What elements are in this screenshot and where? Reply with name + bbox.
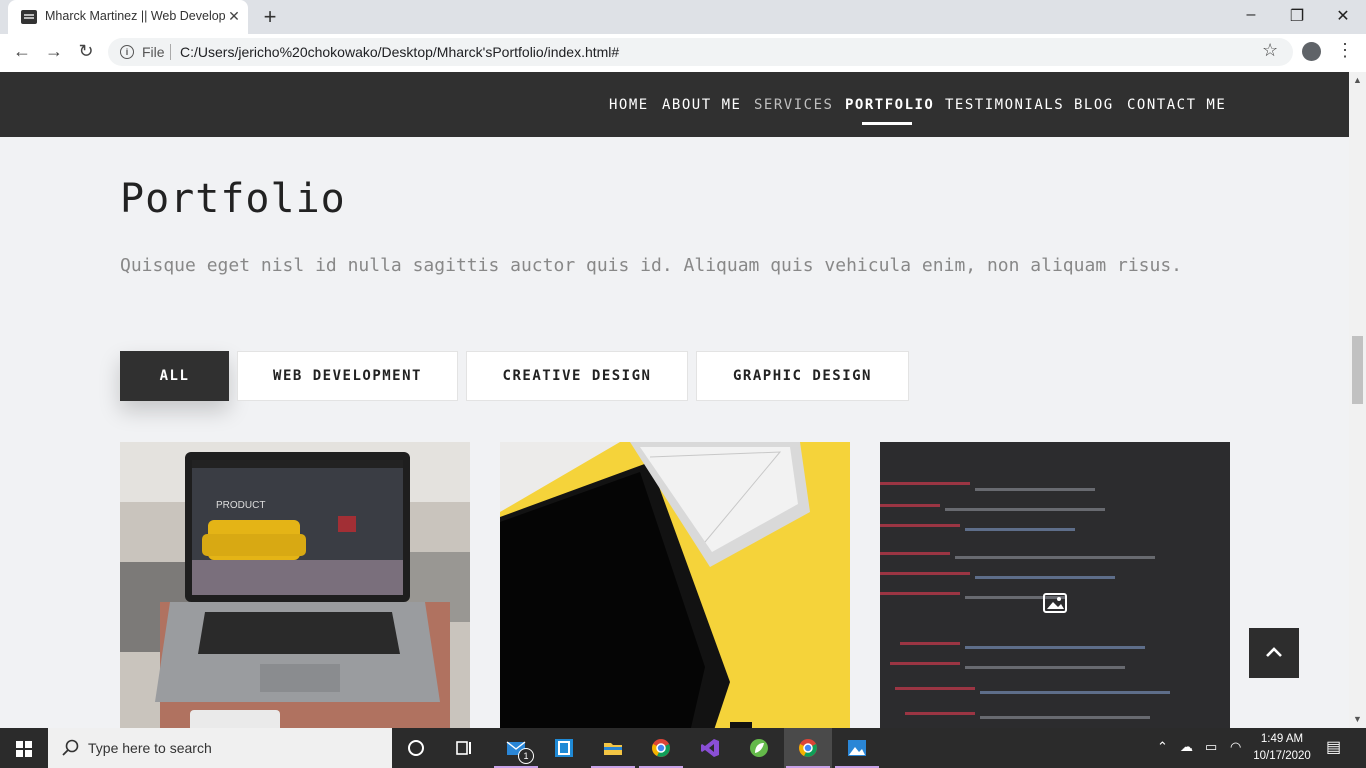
tab-title: Mharck Martinez || Web Developer bbox=[45, 9, 225, 23]
search-icon bbox=[62, 739, 79, 756]
site-navbar: HOME ABOUT ME SERVICES PORTFOLIO TESTIMO… bbox=[0, 72, 1349, 137]
mail-badge: 1 bbox=[518, 748, 534, 764]
nav-testimonials[interactable]: TESTIMONIALS bbox=[945, 97, 1064, 113]
taskbar-chrome-1[interactable] bbox=[637, 728, 685, 768]
windows-start-icon[interactable] bbox=[16, 741, 32, 757]
notifications-icon[interactable]: ▤ bbox=[1326, 737, 1341, 757]
taskbar-file-explorer[interactable] bbox=[589, 728, 637, 768]
visual-studio-icon bbox=[701, 739, 719, 757]
section-subtitle: Quisque eget nisl id nulla sagittis auct… bbox=[120, 255, 1183, 276]
nav-blog[interactable]: BLOG bbox=[1074, 97, 1114, 113]
file-label: File bbox=[142, 44, 165, 60]
page-scrollbar[interactable]: ▲ ▼ bbox=[1349, 72, 1366, 728]
portfolio-card-code[interactable] bbox=[880, 442, 1230, 728]
taskbar-app-2[interactable] bbox=[540, 728, 588, 768]
profile-avatar-icon[interactable] bbox=[1302, 42, 1321, 61]
code-photo-icon bbox=[880, 442, 1230, 728]
cortana-button[interactable] bbox=[392, 728, 440, 768]
restore-button[interactable]: ❐ bbox=[1282, 6, 1312, 26]
bookmark-star-icon[interactable]: ☆ bbox=[1262, 40, 1278, 61]
browser-toolbar: ← → ↻ i File C:/Users/jericho%20chokowak… bbox=[0, 34, 1366, 73]
scroll-down-icon[interactable]: ▼ bbox=[1353, 714, 1362, 724]
reload-button[interactable]: ↻ bbox=[74, 41, 98, 62]
back-button[interactable]: ← bbox=[10, 41, 34, 62]
chevron-up-icon bbox=[1266, 647, 1282, 657]
app-box-icon bbox=[555, 739, 573, 757]
section-title: Portfolio bbox=[120, 176, 346, 222]
new-tab-button[interactable]: + bbox=[258, 4, 282, 30]
url-text[interactable]: C:/Users/jericho%20chokowako/Desktop/Mha… bbox=[180, 44, 619, 60]
laptop-screen-caption: PRODUCT bbox=[216, 500, 265, 511]
nav-contact[interactable]: CONTACT ME bbox=[1127, 97, 1226, 113]
divider bbox=[170, 44, 171, 60]
filter-creative-design-button[interactable]: CREATIVE DESIGN bbox=[466, 351, 688, 401]
nav-portfolio[interactable]: PORTFOLIO bbox=[845, 97, 934, 113]
minimize-button[interactable]: – bbox=[1236, 6, 1266, 24]
nav-services[interactable]: SERVICES bbox=[754, 97, 833, 113]
laptop-photo-icon: PRODUCT bbox=[120, 442, 470, 728]
forward-button[interactable]: → bbox=[42, 41, 66, 62]
tray-chevron-icon[interactable]: ⌃ bbox=[1157, 739, 1168, 755]
chrome-icon bbox=[799, 739, 817, 757]
photos-icon bbox=[848, 740, 866, 756]
nav-home[interactable]: HOME bbox=[609, 97, 649, 113]
folder-icon bbox=[604, 743, 622, 755]
portfolio-card-laptop[interactable]: PRODUCT bbox=[120, 442, 470, 728]
nav-about[interactable]: ABOUT ME bbox=[662, 97, 741, 113]
taskbar-clock[interactable]: 1:49 AM 10/17/2020 bbox=[1252, 731, 1312, 765]
clock-time: 1:49 AM bbox=[1260, 733, 1304, 745]
address-bar[interactable]: i File C:/Users/jericho%20chokowako/Desk… bbox=[108, 38, 1293, 66]
filter-all-button[interactable]: ALL bbox=[120, 351, 229, 401]
chrome-icon bbox=[652, 739, 670, 757]
onedrive-icon[interactable]: ☁ bbox=[1180, 739, 1193, 755]
back-to-top-button[interactable] bbox=[1249, 628, 1299, 678]
taskbar-search-box[interactable]: Type here to search bbox=[48, 728, 392, 768]
tab-close-icon[interactable]: ✕ bbox=[226, 8, 242, 25]
wifi-icon[interactable]: ◠ bbox=[1230, 739, 1241, 755]
cortana-circle-icon bbox=[408, 740, 424, 756]
taskbar-app-6[interactable] bbox=[735, 728, 783, 768]
keyboard-photo-icon bbox=[500, 442, 850, 728]
info-icon[interactable]: i bbox=[120, 45, 134, 59]
nav-active-indicator bbox=[862, 122, 912, 125]
scroll-thumb[interactable] bbox=[1352, 336, 1363, 404]
page-viewport: HOME ABOUT ME SERVICES PORTFOLIO TESTIMO… bbox=[0, 72, 1349, 728]
taskbar-visual-studio[interactable] bbox=[686, 728, 734, 768]
browser-menu-icon[interactable]: ⋮ bbox=[1336, 40, 1354, 61]
taskbar-mail-app[interactable]: 1 bbox=[492, 728, 540, 768]
leaf-app-icon bbox=[750, 739, 768, 757]
portfolio-card-keyboard[interactable] bbox=[500, 442, 850, 728]
browser-tabstrip: Mharck Martinez || Web Developer ✕ + – ❐… bbox=[0, 0, 1366, 34]
windows-taskbar: Type here to search 1 ⌃ ☁ ▭ ◠ 1:49 AM 10… bbox=[0, 728, 1366, 768]
scroll-up-icon[interactable]: ▲ bbox=[1353, 75, 1362, 85]
taskbar-photos[interactable] bbox=[833, 728, 881, 768]
filter-graphic-design-button[interactable]: GRAPHIC DESIGN bbox=[696, 351, 909, 401]
taskbar-chrome-active[interactable] bbox=[784, 728, 832, 768]
site-favicon-icon bbox=[21, 10, 37, 24]
filter-web-development-button[interactable]: WEB DEVELOPMENT bbox=[237, 351, 458, 401]
task-view-button[interactable] bbox=[440, 728, 488, 768]
browser-tab[interactable]: Mharck Martinez || Web Developer ✕ bbox=[8, 0, 248, 34]
clock-date: 10/17/2020 bbox=[1253, 750, 1311, 762]
window-close-button[interactable]: ✕ bbox=[1328, 6, 1358, 26]
battery-icon[interactable]: ▭ bbox=[1205, 739, 1217, 755]
task-view-icon bbox=[456, 741, 471, 755]
search-placeholder: Type here to search bbox=[88, 740, 212, 756]
